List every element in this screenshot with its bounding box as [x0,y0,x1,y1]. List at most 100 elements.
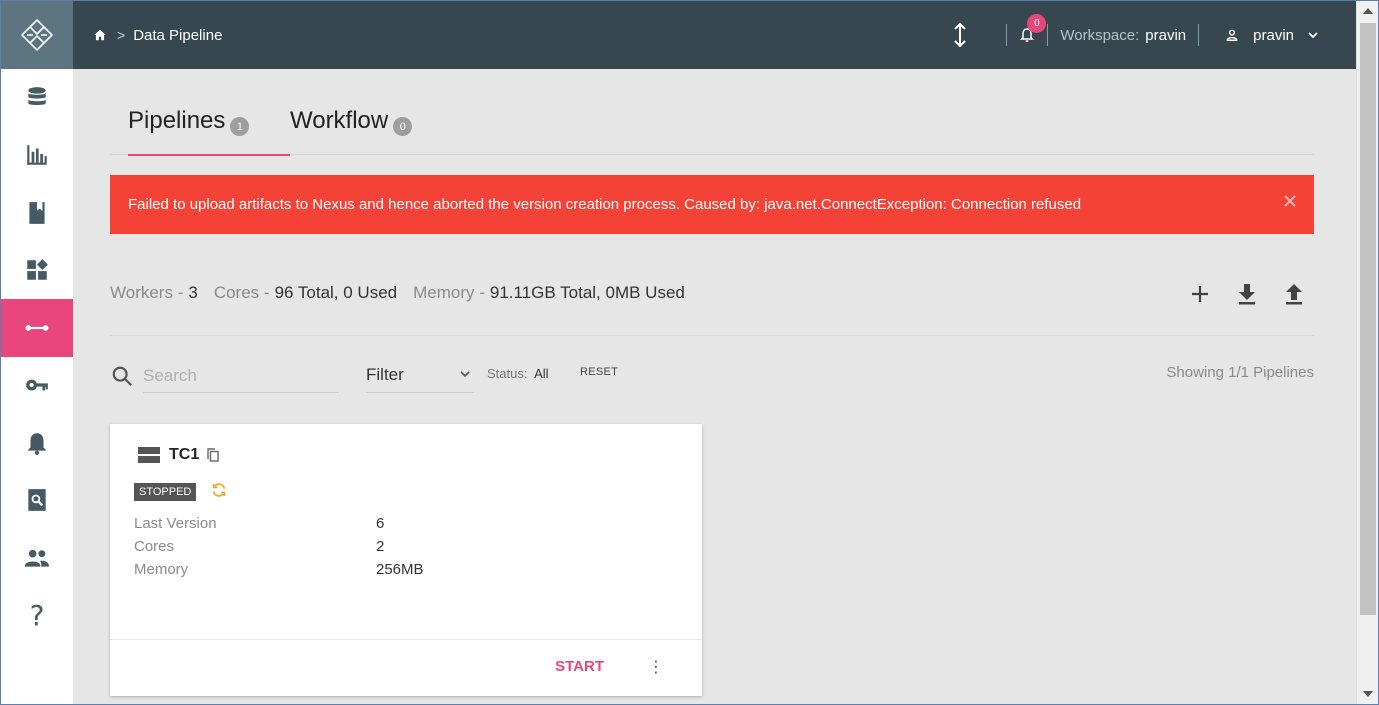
alert-message: Failed to upload artifacts to Nexus and … [128,196,1082,213]
tab-count-badge: 1 [230,117,250,136]
sidebar: ? [1,1,73,704]
sidebar-item-audit[interactable] [1,472,73,530]
download-icon [1239,284,1255,305]
breadcrumb-current: Data Pipeline [133,26,223,44]
search-input[interactable] [143,359,339,393]
detail-label: Memory [134,561,189,578]
users-icon [25,549,49,567]
workers-label: Workers - [110,283,184,302]
memory-value: 91.11GB Total, 0MB Used [489,283,685,302]
header-divider [1047,24,1049,46]
sidebar-item-users[interactable] [1,529,73,587]
upload-icon [1286,284,1302,305]
logo[interactable] [1,1,73,69]
sidebar-item-datasets[interactable] [1,69,73,127]
more-options-icon[interactable]: ⋮ [648,657,664,676]
detail-row: Memory 256MB [134,558,424,581]
start-button[interactable]: START [555,658,604,675]
section-divider [110,335,1314,336]
pipeline-type-icon [138,447,160,463]
status-label: Status: [487,366,528,381]
showing-count: Showing 1/1 Pipelines [1166,364,1314,381]
sidebar-item-notebook[interactable] [1,184,73,242]
status-badge: STOPPED [134,483,197,501]
search-icon [112,366,132,386]
notification-count-badge: 0 [1027,14,1047,33]
user-icon [1226,29,1238,41]
header-divider [1006,24,1008,46]
logo-icon [20,18,54,52]
arrow-up-icon [1363,8,1373,14]
add-pipeline-button[interactable] [1188,282,1212,306]
card-footer: START ⋮ [110,639,702,696]
close-icon[interactable] [1284,194,1296,211]
workspace-label: Workspace: [1060,26,1140,44]
plus-icon [1192,286,1208,302]
search-box [111,359,339,393]
detail-row: Cores 2 [134,535,424,558]
user-name: pravin [1253,26,1294,44]
detail-value: 2 [376,538,385,555]
dashboard-icon [27,259,48,280]
status-value: All [534,366,549,381]
sync-icon[interactable] [211,482,227,498]
scroll-up-button[interactable] [1357,1,1379,21]
sidebar-item-data-pipeline[interactable] [1,299,73,357]
tab-pipelines[interactable]: Pipelines 1 [128,107,291,156]
top-header: > Data Pipeline 0 Workspace: pravin prav… [73,1,1356,69]
home-icon[interactable] [93,28,107,42]
memory-label: Memory - [413,283,485,302]
error-alert: Failed to upload artifacts to Nexus and … [110,175,1314,234]
resize-button[interactable] [952,22,968,48]
notifications-button[interactable]: 0 [1019,14,1047,44]
bar-chart-icon [27,145,47,165]
detail-label: Last Version [134,515,217,532]
detail-value: 256MB [376,561,424,578]
vertical-arrows-icon [954,22,967,48]
sidebar-item-alerts[interactable] [1,414,73,472]
sidebar-item-keys[interactable] [1,357,73,415]
cores-label: Cores - [213,283,270,302]
filter-label: Filter [366,364,404,384]
detail-value: 6 [376,515,385,532]
vertical-scrollbar[interactable] [1356,1,1378,704]
upload-button[interactable] [1282,282,1306,306]
header-actions: 0 Workspace: pravin pravin [952,1,1356,69]
download-button[interactable] [1235,282,1259,306]
sidebar-item-analytics[interactable] [1,127,73,185]
database-icon [28,86,46,105]
tab-bar: Pipelines 1 Workflow 0 [110,107,1314,156]
header-divider [1198,24,1200,46]
detail-row: Last Version 6 [134,512,424,535]
filter-dropdown[interactable]: Filter [366,357,474,393]
status-filter[interactable]: Status: All [487,366,549,381]
workspace-info: Workspace: pravin [1060,27,1186,44]
detail-label: Cores [134,538,175,555]
user-menu[interactable]: pravin [1225,27,1318,44]
bell-icon [28,433,46,455]
help-icon: ? [29,598,45,632]
pipeline-name[interactable]: TC1 [169,446,199,464]
book-icon [29,201,45,224]
scroll-down-button[interactable] [1357,684,1379,704]
breadcrumb-separator-icon: > [117,27,126,43]
arrow-down-icon [1363,691,1373,697]
tab-label: Pipelines [128,107,226,134]
chevron-down-icon [1308,31,1318,38]
key-icon [26,379,48,391]
tab-workflow[interactable]: Workflow 0 [290,107,413,155]
scroll-thumb[interactable] [1360,23,1376,615]
sidebar-item-help[interactable]: ? [1,587,73,645]
sidebar-item-dashboard[interactable] [1,242,73,300]
reset-button[interactable]: RESET [580,366,618,378]
copy-icon[interactable] [207,448,219,462]
pipeline-card[interactable]: TC1 STOPPED Last Version 6 Cores 2 Memor… [110,424,702,696]
workers-value: 3 [188,283,198,302]
main-content: Pipelines 1 Workflow 0 Failed to upload … [73,69,1356,705]
pipeline-actions [1165,282,1306,306]
tab-count-badge: 0 [393,117,413,136]
workspace-value: pravin [1145,26,1187,44]
pipeline-details: Last Version 6 Cores 2 Memory 256MB [134,512,424,581]
cores-value: 96 Total, 0 Used [274,283,398,302]
cluster-stats: Workers - 3 Cores - 96 Total, 0 Used Mem… [110,283,701,303]
